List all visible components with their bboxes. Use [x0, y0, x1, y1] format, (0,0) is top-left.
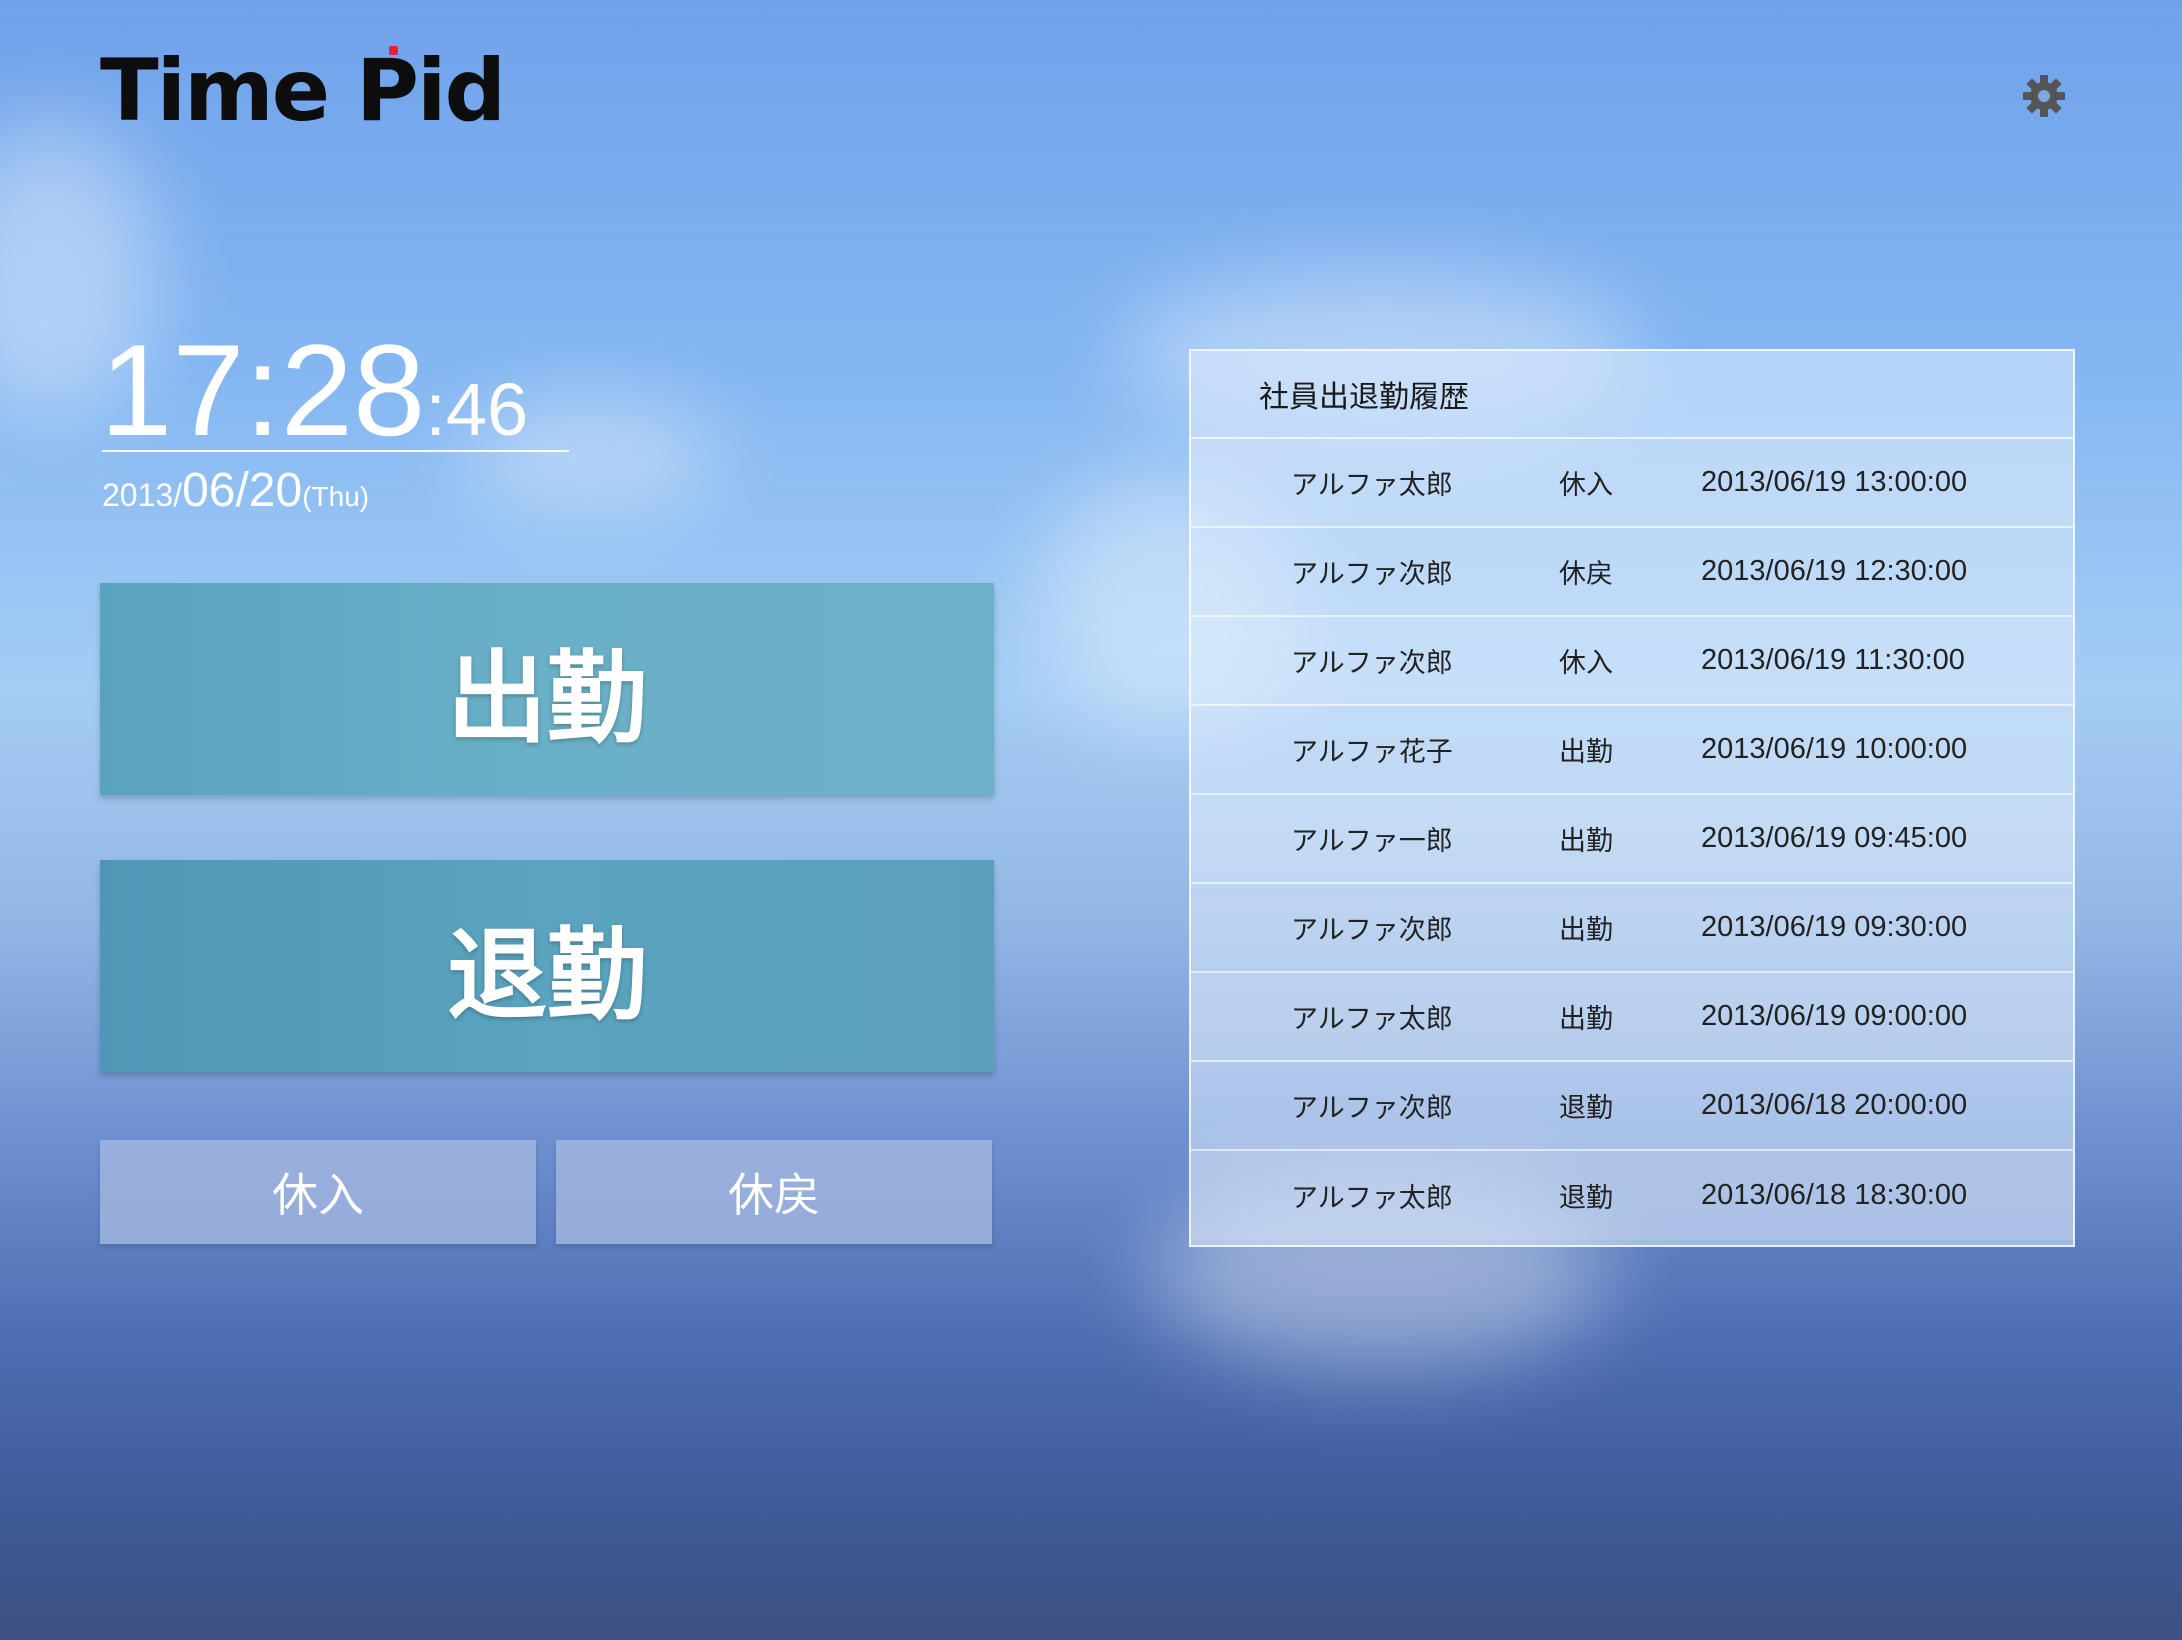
history-timestamp: 2013/06/19 11:30:00 [1701, 644, 1965, 676]
history-event-type: 出勤 [1559, 915, 1613, 946]
history-timestamp: 2013/06/19 13:00:00 [1701, 466, 1968, 498]
history-employee-name: アルファ花子 [1291, 737, 1453, 768]
history-timestamp: 2013/06/19 09:30:00 [1701, 911, 1968, 943]
history-employee-name: アルファ太郎 [1291, 470, 1453, 501]
history-row: アルファ次郎 退勤 2013/06/18 20:00:00 [1191, 1062, 2073, 1151]
history-timestamp: 2013/06/19 09:45:00 [1701, 822, 1968, 854]
clock-in-button[interactable]: 出勤 [100, 583, 994, 795]
history-employee-name: アルファ太郎 [1291, 1004, 1453, 1035]
history-title: 社員出退勤履歴 [1191, 351, 2073, 439]
history-row: アルファ花子 出勤 2013/06/19 10:00:00 [1191, 706, 2073, 795]
clock-divider [102, 450, 569, 452]
history-employee-name: アルファ一郎 [1291, 826, 1453, 857]
logo-accent-dot [389, 46, 398, 55]
date-weekday: (Thu) [302, 481, 370, 512]
history-timestamp: 2013/06/19 09:00:00 [1701, 1000, 1968, 1032]
attendance-history-panel: 社員出退勤履歴 アルファ太郎 休入 2013/06/19 13:00:00 アルファ次… [1189, 349, 2075, 1247]
time-seconds: :46 [425, 368, 529, 451]
app-logo: Time Pid [100, 36, 506, 146]
history-timestamp: 2013/06/19 12:30:00 [1701, 555, 1968, 587]
gear-icon[interactable] [2020, 72, 2068, 120]
history-event-type: 退勤 [1559, 1093, 1613, 1124]
history-row: アルファ一郎 出勤 2013/06/19 09:45:00 [1191, 795, 2073, 884]
current-time: 17:28:46 [100, 315, 528, 465]
date-year: 2013/ [102, 477, 183, 513]
time-hours-minutes: 17:28 [100, 317, 426, 463]
history-row: アルファ太郎 出勤 2013/06/19 09:00:00 [1191, 973, 2073, 1062]
history-timestamp: 2013/06/19 10:00:00 [1701, 733, 1968, 765]
clock-out-button[interactable]: 退勤 [100, 860, 994, 1072]
history-event-type: 休入 [1559, 648, 1613, 679]
break-in-button[interactable]: 休入 [100, 1140, 536, 1244]
history-timestamp: 2013/06/18 18:30:00 [1701, 1179, 1968, 1211]
app-logo-text: Time Pid [100, 41, 506, 141]
history-employee-name: アルファ次郎 [1291, 1093, 1453, 1124]
history-row: アルファ次郎 出勤 2013/06/19 09:30:00 [1191, 884, 2073, 973]
history-event-type: 出勤 [1559, 1004, 1613, 1035]
history-employee-name: アルファ次郎 [1291, 648, 1453, 679]
history-employee-name: アルファ次郎 [1291, 915, 1453, 946]
history-timestamp: 2013/06/18 20:00:00 [1701, 1089, 1968, 1121]
history-row: アルファ太郎 退勤 2013/06/18 18:30:00 [1191, 1151, 2073, 1240]
history-event-type: 出勤 [1559, 737, 1613, 768]
current-date: 2013/06/20(Thu) [102, 463, 369, 518]
break-out-button[interactable]: 休戻 [556, 1140, 992, 1244]
date-month-day: 06/20 [182, 464, 303, 517]
history-row: アルファ次郎 休戻 2013/06/19 12:30:00 [1191, 528, 2073, 617]
history-row: アルファ太郎 休入 2013/06/19 13:00:00 [1191, 439, 2073, 528]
history-event-type: 休入 [1559, 470, 1613, 501]
history-employee-name: アルファ太郎 [1291, 1183, 1453, 1214]
history-event-type: 退勤 [1559, 1183, 1613, 1214]
history-list[interactable]: アルファ太郎 休入 2013/06/19 13:00:00 アルファ次郎 休戻 2013/… [1191, 439, 2073, 1240]
history-row: アルファ次郎 休入 2013/06/19 11:30:00 [1191, 617, 2073, 706]
history-event-type: 休戻 [1559, 559, 1613, 590]
history-event-type: 出勤 [1559, 826, 1613, 857]
history-employee-name: アルファ次郎 [1291, 559, 1453, 590]
